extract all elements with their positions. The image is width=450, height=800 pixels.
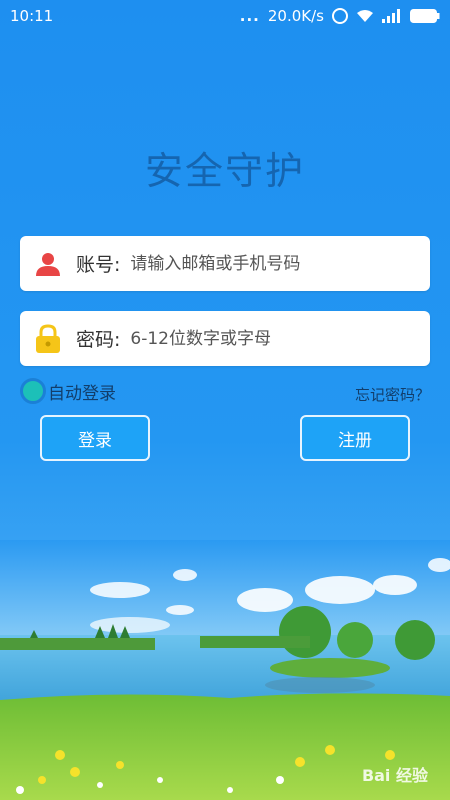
app-title: 安全守护 [144,149,305,193]
user-icon [34,250,62,278]
radio-icon[interactable] [20,378,46,404]
watermark: Bai 经验 [361,766,428,785]
account-input[interactable] [130,253,430,274]
login-button[interactable]: 登录 [40,415,150,461]
password-field[interactable]: 密码: [20,311,430,366]
wifi-icon [356,9,374,23]
landscape-background [0,540,450,800]
status-time: 10:11 [10,7,54,25]
status-icons: ... 20.0K/s [240,7,440,25]
network-speed: 20.0K/s [267,7,324,25]
signal-icon [382,9,402,23]
forgot-password-link[interactable]: 忘记密码？ [355,384,430,405]
password-input[interactable] [130,328,430,349]
account-label: 账号: [76,254,121,276]
auto-login-option[interactable]: 自动登录 [20,378,116,404]
password-label: 密码: [76,329,121,351]
alarm-icon [332,8,348,24]
auto-login-label: 自动登录 [48,383,116,404]
status-dots: ... [239,7,260,25]
lock-icon [34,323,62,353]
battery-icon [410,9,440,23]
account-field[interactable]: 账号: [20,236,430,291]
register-button[interactable]: 注册 [300,415,410,461]
status-bar: 10:11 ... 20.0K/s [0,0,450,32]
